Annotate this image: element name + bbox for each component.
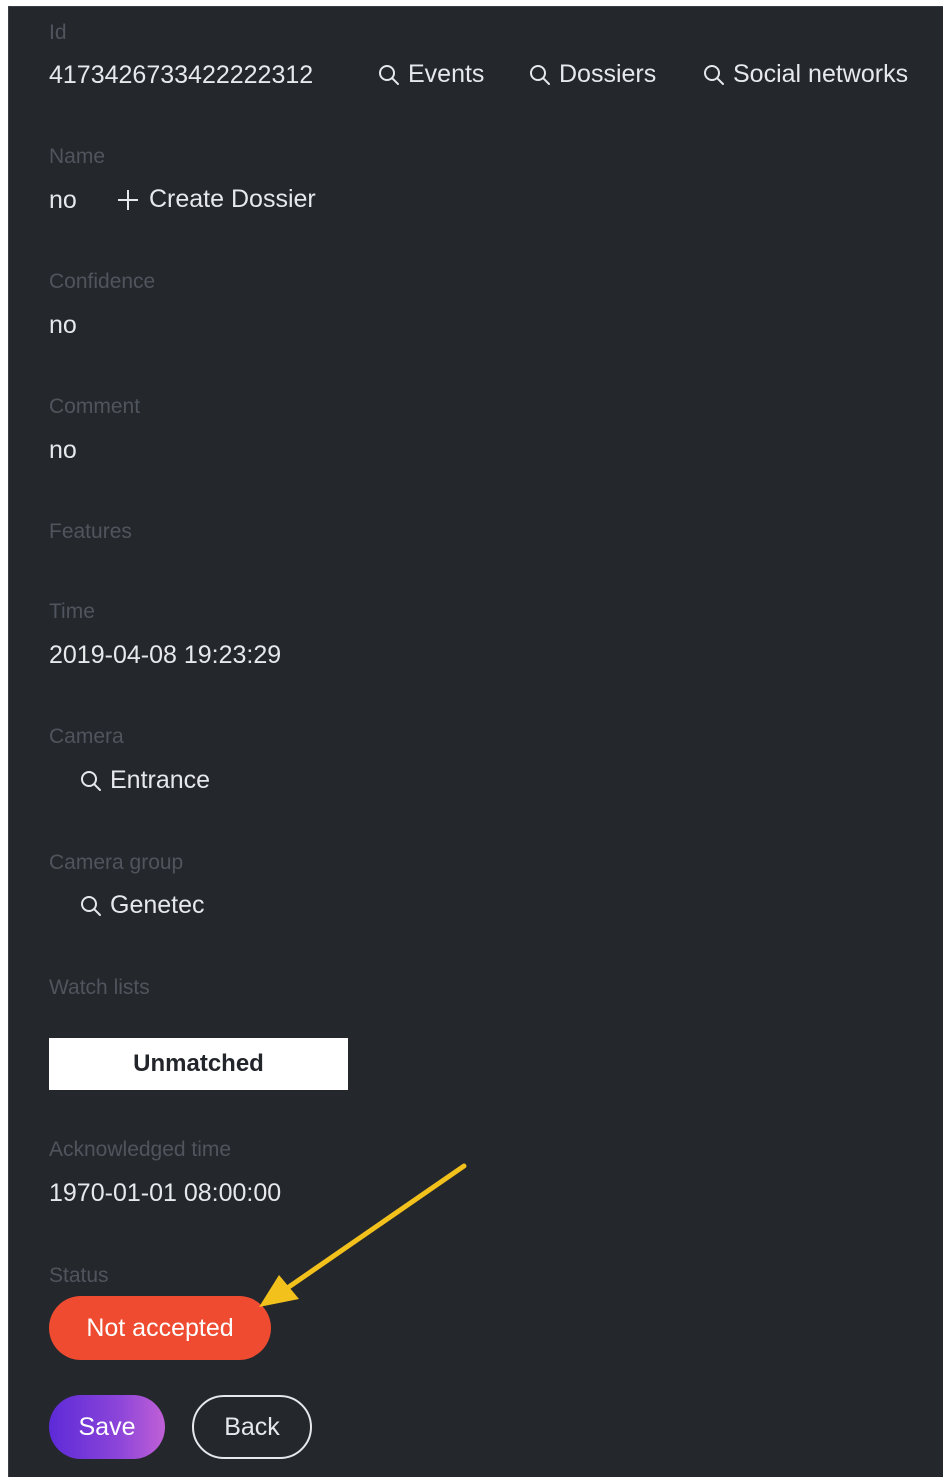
search-icon [704, 64, 724, 85]
camera-group-label: Camera group [49, 851, 184, 874]
confidence-label: Confidence [49, 270, 156, 293]
status-label: Status [49, 1264, 109, 1287]
save-button[interactable]: Save [49, 1395, 165, 1459]
events-link[interactable]: Events [377, 62, 484, 87]
comment-label: Comment [49, 395, 141, 418]
dossiers-link-label: Dossiers [559, 60, 657, 88]
acknowledged-time-value: 1970-01-01 08:00:00 [49, 1179, 282, 1207]
name-value: no [49, 186, 77, 214]
social-networks-link[interactable]: Social networks [702, 62, 908, 87]
features-label: Features [49, 520, 132, 543]
comment-value: no [49, 436, 77, 464]
camera-group-value: Genetec [110, 891, 205, 919]
name-label: Name [49, 145, 106, 168]
plus-icon [118, 189, 138, 210]
time-value: 2019-04-08 19:23:29 [49, 641, 282, 669]
search-icon [81, 770, 101, 791]
create-dossier-button[interactable]: Create Dossier [117, 187, 316, 212]
search-icon [81, 895, 101, 916]
search-icon [379, 64, 399, 85]
social-networks-link-label: Social networks [733, 60, 909, 88]
create-dossier-label: Create Dossier [149, 185, 316, 213]
camera-group-link[interactable]: Genetec [79, 893, 205, 918]
dossiers-link[interactable]: Dossiers [528, 62, 656, 87]
watch-lists-label: Watch lists [49, 976, 150, 999]
event-detail-panel: Id 4173426733422222312 Events Dossiers S… [8, 6, 943, 1477]
camera-label: Camera [49, 725, 124, 748]
back-button[interactable]: Back [192, 1395, 312, 1459]
camera-link[interactable]: Entrance [79, 768, 210, 793]
watch-list-badge: Unmatched [49, 1038, 348, 1090]
id-value: 4173426733422222312 [49, 61, 314, 89]
events-link-label: Events [408, 60, 485, 88]
confidence-value: no [49, 311, 77, 339]
time-label: Time [49, 600, 95, 623]
id-label: Id [49, 21, 67, 44]
acknowledged-time-label: Acknowledged time [49, 1138, 232, 1161]
status-toggle-button[interactable]: Not accepted [49, 1296, 271, 1360]
camera-value: Entrance [110, 766, 211, 794]
search-icon [530, 64, 550, 85]
arrow-annotation [259, 1163, 467, 1307]
